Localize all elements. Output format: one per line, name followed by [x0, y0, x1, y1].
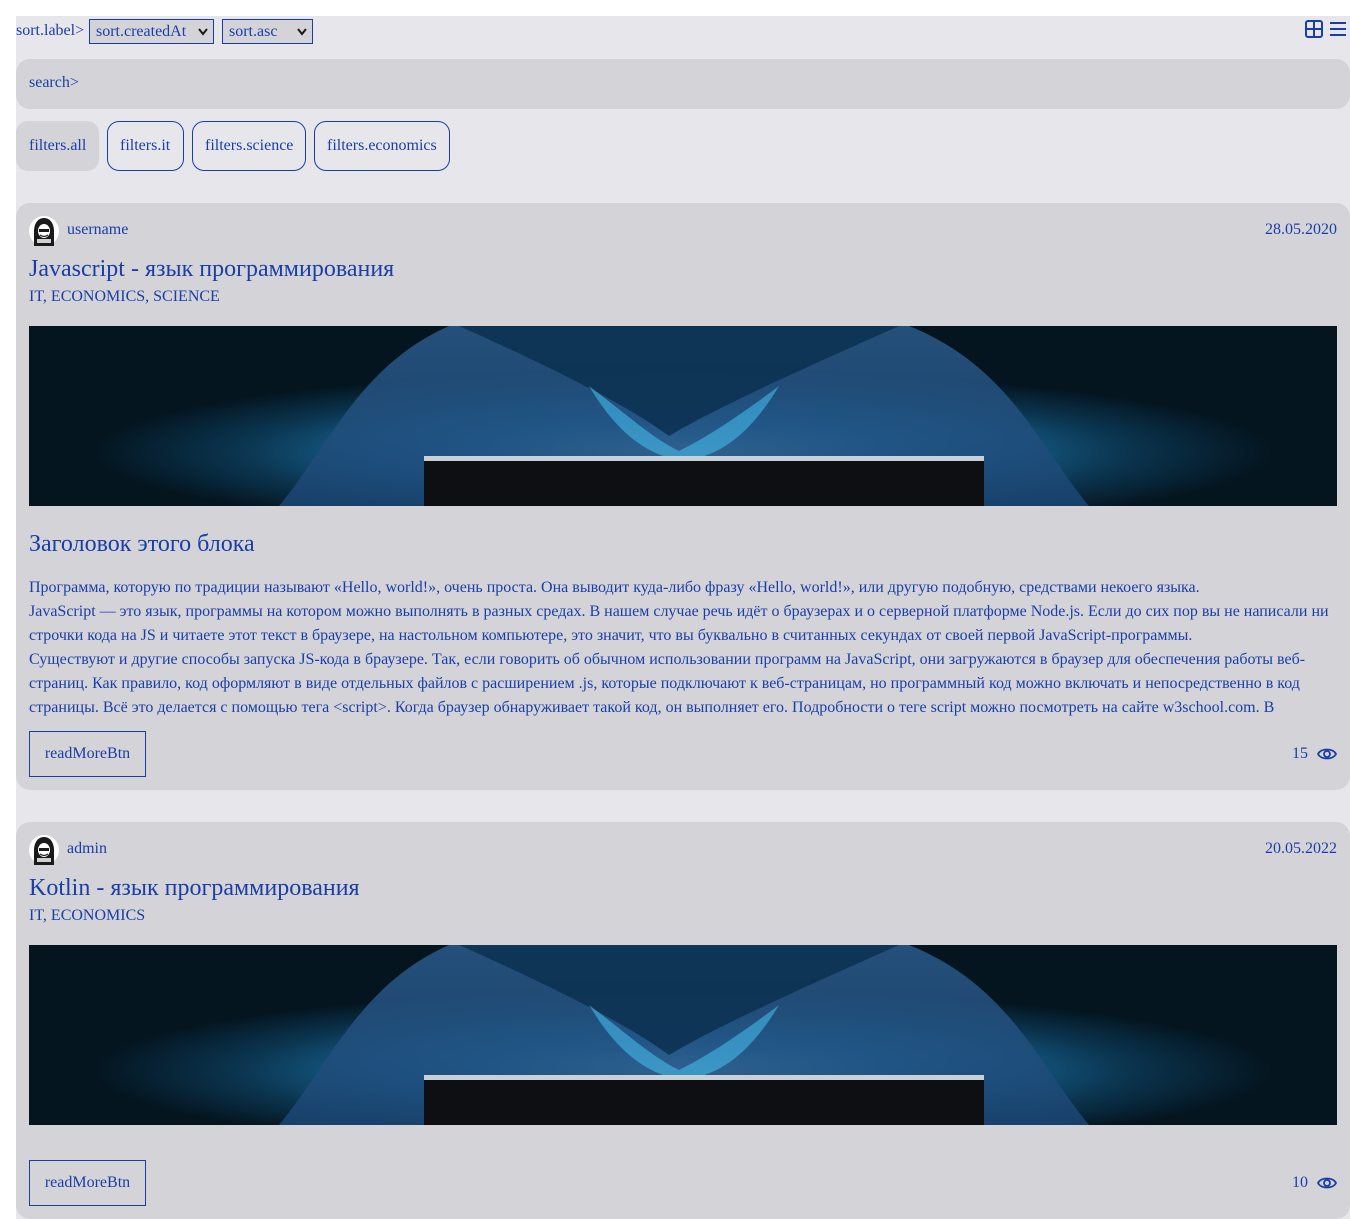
article-paragraph: Программа, которую по традиции называют … — [29, 579, 1200, 596]
articles-toolbar: sort.label> sort.createdAt sort.asc — [16, 16, 1350, 56]
search-placeholder: search> — [29, 74, 79, 91]
eye-icon — [1317, 1177, 1337, 1189]
article-cover-image — [29, 945, 1337, 1125]
article-title: Kotlin - язык программирования — [29, 875, 360, 901]
article-views: 10 — [1277, 1173, 1337, 1193]
chevron-down-icon — [297, 28, 307, 36]
article-author[interactable]: admin — [67, 840, 107, 858]
article-date: 28.05.2020 — [1265, 221, 1337, 238]
filter-tab-economics[interactable]: filters.economics — [314, 121, 450, 171]
article-cover-image — [29, 326, 1337, 506]
articles-page: sort.label> sort.createdAt sort.asc sear… — [16, 16, 1350, 1219]
filter-tab-it[interactable]: filters.it — [107, 121, 184, 171]
sort-label: sort.label> — [16, 22, 85, 39]
read-more-button[interactable]: readMoreBtn — [29, 731, 146, 777]
article-paragraph: Существуют и другие способы запуска JS-к… — [29, 651, 1306, 716]
list-view-icon[interactable] — [1329, 20, 1347, 38]
search-input[interactable]: search> — [16, 59, 1350, 109]
chevron-down-icon — [198, 28, 208, 36]
article-title: Javascript - язык программирования — [29, 256, 395, 282]
eye-icon — [1317, 748, 1337, 760]
views-count: 15 — [1292, 745, 1308, 762]
avatar — [29, 835, 59, 865]
article-types: IT, ECONOMICS — [29, 907, 146, 924]
tile-view-icon[interactable] — [1305, 20, 1323, 38]
read-more-button[interactable]: readMoreBtn — [29, 1160, 146, 1206]
article-author[interactable]: username — [67, 221, 128, 239]
article-paragraph: JavaScript — это язык, программы на кото… — [29, 603, 1329, 644]
article-types: IT, ECONOMICS, SCIENCE — [29, 288, 220, 305]
filter-tab-all[interactable]: filters.all — [16, 121, 99, 171]
article-card: username 28.05.2020 Javascript - язык пр… — [16, 203, 1350, 790]
sort-field-select[interactable]: sort.createdAt — [89, 19, 214, 44]
article-text-block: Программа, которую по традиции называют … — [29, 576, 1337, 720]
views-count: 10 — [1292, 1174, 1308, 1191]
sort-field-value: sort.createdAt — [96, 23, 187, 40]
article-card: admin 20.05.2022 Kotlin - язык программи… — [16, 822, 1350, 1219]
avatar — [29, 216, 59, 246]
article-views: 15 — [1277, 744, 1337, 764]
article-block-title: Заголовок этого блока — [29, 531, 255, 557]
filter-tab-science[interactable]: filters.science — [192, 121, 306, 171]
sort-order-select[interactable]: sort.asc — [222, 19, 313, 44]
sort-order-value: sort.asc — [229, 23, 278, 40]
article-date: 20.05.2022 — [1265, 840, 1337, 857]
